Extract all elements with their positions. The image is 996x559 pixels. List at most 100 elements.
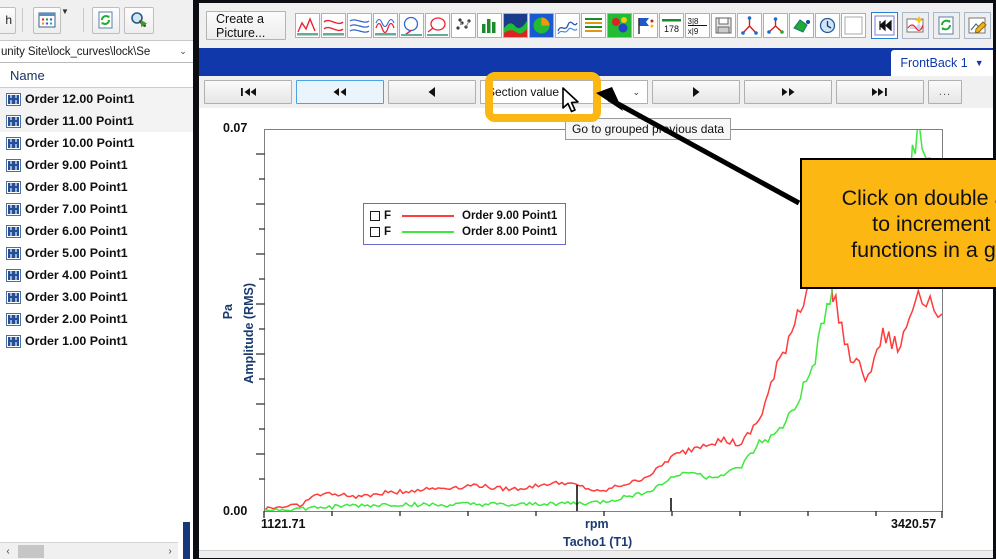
waveform-icon [6, 114, 21, 128]
legend-prefix: F [384, 226, 392, 238]
chart-legend[interactable]: F Order 9.00 Point1 F Order 8.00 Point1 [363, 203, 567, 245]
panel-edge-accent [183, 522, 190, 559]
chevron-down-icon[interactable]: ▼ [61, 7, 77, 34]
scrollbar-thumb[interactable] [18, 544, 44, 558]
refresh-icon[interactable] [92, 6, 120, 34]
grid-view-icon[interactable] [33, 6, 61, 34]
y-axis-tick-max: 0.07 [223, 121, 248, 135]
stacked-curves-icon[interactable] [347, 13, 372, 38]
waveform-icon [6, 334, 21, 348]
main-window: Create a Picture... 178 3|8 x|9 FrontBac… [199, 0, 996, 559]
bar-chart-icon[interactable] [477, 13, 502, 38]
list-item-label: Order 12.00 Point1 [25, 92, 135, 106]
save-layout-icon[interactable] [711, 13, 736, 38]
chevron-down-icon[interactable]: ⌄ [632, 87, 640, 98]
go-to-grouped-next-button[interactable] [744, 80, 832, 104]
modal-shape-alt-icon[interactable] [763, 13, 788, 38]
list-lines-icon[interactable] [581, 13, 606, 38]
legend-checkbox[interactable] [370, 227, 380, 237]
fraction-display-icon[interactable]: 3|8 x|9 [685, 13, 710, 38]
go-to-next-button[interactable] [652, 80, 740, 104]
navigator-toolbar: h ▼ [0, 0, 193, 41]
step-forward-active-icon[interactable] [871, 12, 898, 39]
list-item[interactable]: Order 8.00 Point1 [0, 176, 193, 198]
list-item[interactable]: Order 9.00 Point1 [0, 154, 193, 176]
tab-frontback-1[interactable]: FrontBack 1 ▼ [891, 50, 993, 76]
list-item[interactable]: Order 7.00 Point1 [0, 198, 193, 220]
contour-map-icon[interactable] [607, 13, 632, 38]
list-item[interactable]: Order 11.00 Point1 [0, 110, 193, 132]
list-item[interactable]: Order 6.00 Point1 [0, 220, 193, 242]
right-arrow-icon [693, 87, 700, 97]
toolbar-divider [22, 8, 23, 32]
polar-plot-icon[interactable] [399, 13, 424, 38]
x-axis-ticks [263, 511, 943, 518]
waveform-icon [6, 246, 21, 260]
new-picture-icon[interactable] [902, 12, 929, 39]
annotation-callout: Click on double arrow to increment all f… [800, 158, 996, 289]
list-item-label: Order 11.00 Point1 [25, 114, 134, 128]
x-axis-label: Tacho1 (T1) [563, 535, 633, 549]
pie-chart-icon[interactable] [529, 13, 554, 38]
column-header-name[interactable]: Name [0, 63, 193, 88]
series-line [265, 261, 942, 511]
left-arrow-icon [428, 87, 435, 97]
list-item-label: Order 3.00 Point1 [25, 290, 128, 304]
overlay-curves-icon[interactable] [321, 13, 346, 38]
wave-curves-icon[interactable] [373, 13, 398, 38]
search-run-icon[interactable] [124, 6, 154, 34]
waveform-icon [6, 202, 21, 216]
blank-icon[interactable] [841, 13, 866, 38]
skip-to-last-icon [872, 88, 887, 96]
waveform-icon [6, 92, 21, 106]
y-axis-tick-min: 0.00 [223, 504, 248, 518]
list-item[interactable]: Order 1.00 Point1 [0, 330, 193, 352]
go-to-first-button[interactable] [204, 80, 292, 104]
multi-curve-icon[interactable] [555, 13, 580, 38]
callout-line-2: to increment all [872, 211, 996, 236]
edit-picture-icon[interactable] [964, 12, 991, 39]
y-axis-ticks [256, 153, 265, 480]
numeric-display-icon[interactable]: 178 [659, 13, 684, 38]
waveform-icon [6, 180, 21, 194]
refresh-picture-icon[interactable] [933, 12, 960, 39]
clock-icon[interactable] [815, 13, 840, 38]
list-item[interactable]: Order 12.00 Point1 [0, 88, 193, 110]
waveform-icon [6, 312, 21, 326]
legend-row[interactable]: F Order 9.00 Point1 [370, 208, 557, 224]
horizontal-scrollbar[interactable]: ‹ › [0, 542, 178, 559]
scatter-points-icon[interactable] [451, 13, 476, 38]
create-picture-button[interactable]: Create a Picture... [206, 11, 286, 40]
legend-checkbox[interactable] [370, 211, 380, 221]
order-list[interactable]: Order 12.00 Point1 Order 11.00 Point1 Orde… [0, 88, 193, 525]
line-chart-icon[interactable] [295, 13, 320, 38]
scrollbar-track[interactable] [16, 542, 162, 559]
mouse-cursor-icon [562, 87, 579, 113]
partial-toolbar-button[interactable]: h [0, 6, 16, 34]
chevron-left-icon[interactable]: ‹ [0, 543, 16, 559]
go-to-previous-button[interactable] [388, 80, 476, 104]
go-to-last-button[interactable] [836, 80, 924, 104]
geometry-icon[interactable] [789, 13, 814, 38]
chevron-right-icon[interactable]: › [162, 543, 178, 559]
nyquist-plot-icon[interactable] [425, 13, 450, 38]
svg-text:3|8: 3|8 [688, 17, 700, 26]
legend-row[interactable]: F Order 8.00 Point1 [370, 224, 557, 240]
double-left-arrow-icon [333, 88, 346, 96]
list-item[interactable]: Order 2.00 Point1 [0, 308, 193, 330]
go-to-grouped-previous-button[interactable] [296, 80, 384, 104]
flag-marker-icon[interactable] [633, 13, 658, 38]
chevron-down-icon[interactable]: ⌄ [173, 46, 193, 57]
colormap-icon[interactable] [503, 13, 528, 38]
chevron-down-icon[interactable]: ▼ [975, 58, 984, 68]
list-item-label: Order 8.00 Point1 [25, 180, 128, 194]
list-item[interactable]: Order 3.00 Point1 [0, 286, 193, 308]
list-item[interactable]: Order 5.00 Point1 [0, 242, 193, 264]
list-item[interactable]: Order 4.00 Point1 [0, 264, 193, 286]
path-breadcrumb-field[interactable]: unity Site\lock_curves\lock\Se ⌄ [0, 41, 193, 63]
list-item-label: Order 5.00 Point1 [25, 246, 128, 260]
list-item-label: Order 10.00 Point1 [25, 136, 135, 150]
more-options-button[interactable]: ... [928, 80, 962, 104]
list-item[interactable]: Order 10.00 Point1 [0, 132, 193, 154]
modal-shape-icon[interactable] [737, 13, 762, 38]
